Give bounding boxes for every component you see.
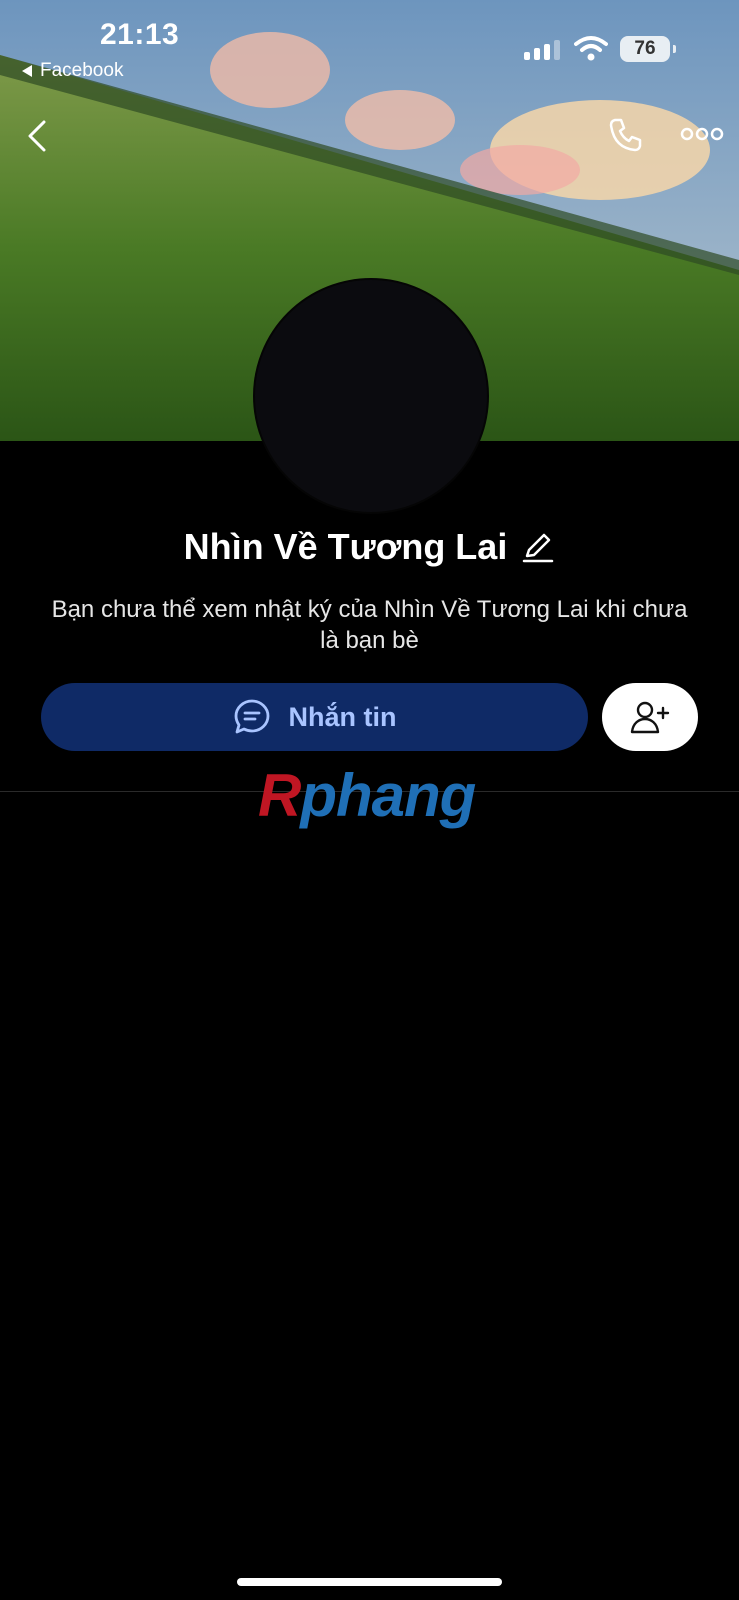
status-time: 21:13 <box>100 18 180 51</box>
avatar[interactable] <box>253 278 489 514</box>
add-friend-icon <box>630 701 670 734</box>
back-to-app-link[interactable]: Facebook <box>22 60 123 82</box>
not-friends-notice: Bạn chưa thể xem nhật ký của Nhìn Về Tươ… <box>51 596 688 654</box>
back-app-label: Facebook <box>40 60 124 81</box>
chat-bubble-icon <box>234 699 269 734</box>
add-friend-button[interactable] <box>602 683 698 751</box>
back-arrow-icon[interactable] <box>24 118 52 154</box>
profile-name-row: Nhìn Về Tương Lai <box>0 526 739 568</box>
watermark-part-1: R <box>258 762 301 829</box>
watermark-part-2: phang <box>300 762 476 829</box>
home-indicator[interactable] <box>237 1578 502 1586</box>
battery-level: 76 <box>634 38 656 59</box>
edit-pencil-icon[interactable] <box>521 530 555 564</box>
message-button[interactable]: Nhắn tin <box>41 683 588 751</box>
status-bar: 21:13 Facebook 76 <box>0 0 739 90</box>
message-button-label: Nhắn tin <box>288 701 397 732</box>
phone-icon[interactable] <box>606 116 644 154</box>
more-icon[interactable] <box>680 124 724 144</box>
profile-name: Nhìn Về Tương Lai <box>183 526 508 567</box>
cellular-signal-icon <box>524 40 560 60</box>
watermark-logo: Rphang <box>258 766 476 826</box>
wifi-icon <box>574 36 608 61</box>
battery-indicator: 76 <box>620 36 676 62</box>
back-triangle-icon <box>22 65 32 77</box>
